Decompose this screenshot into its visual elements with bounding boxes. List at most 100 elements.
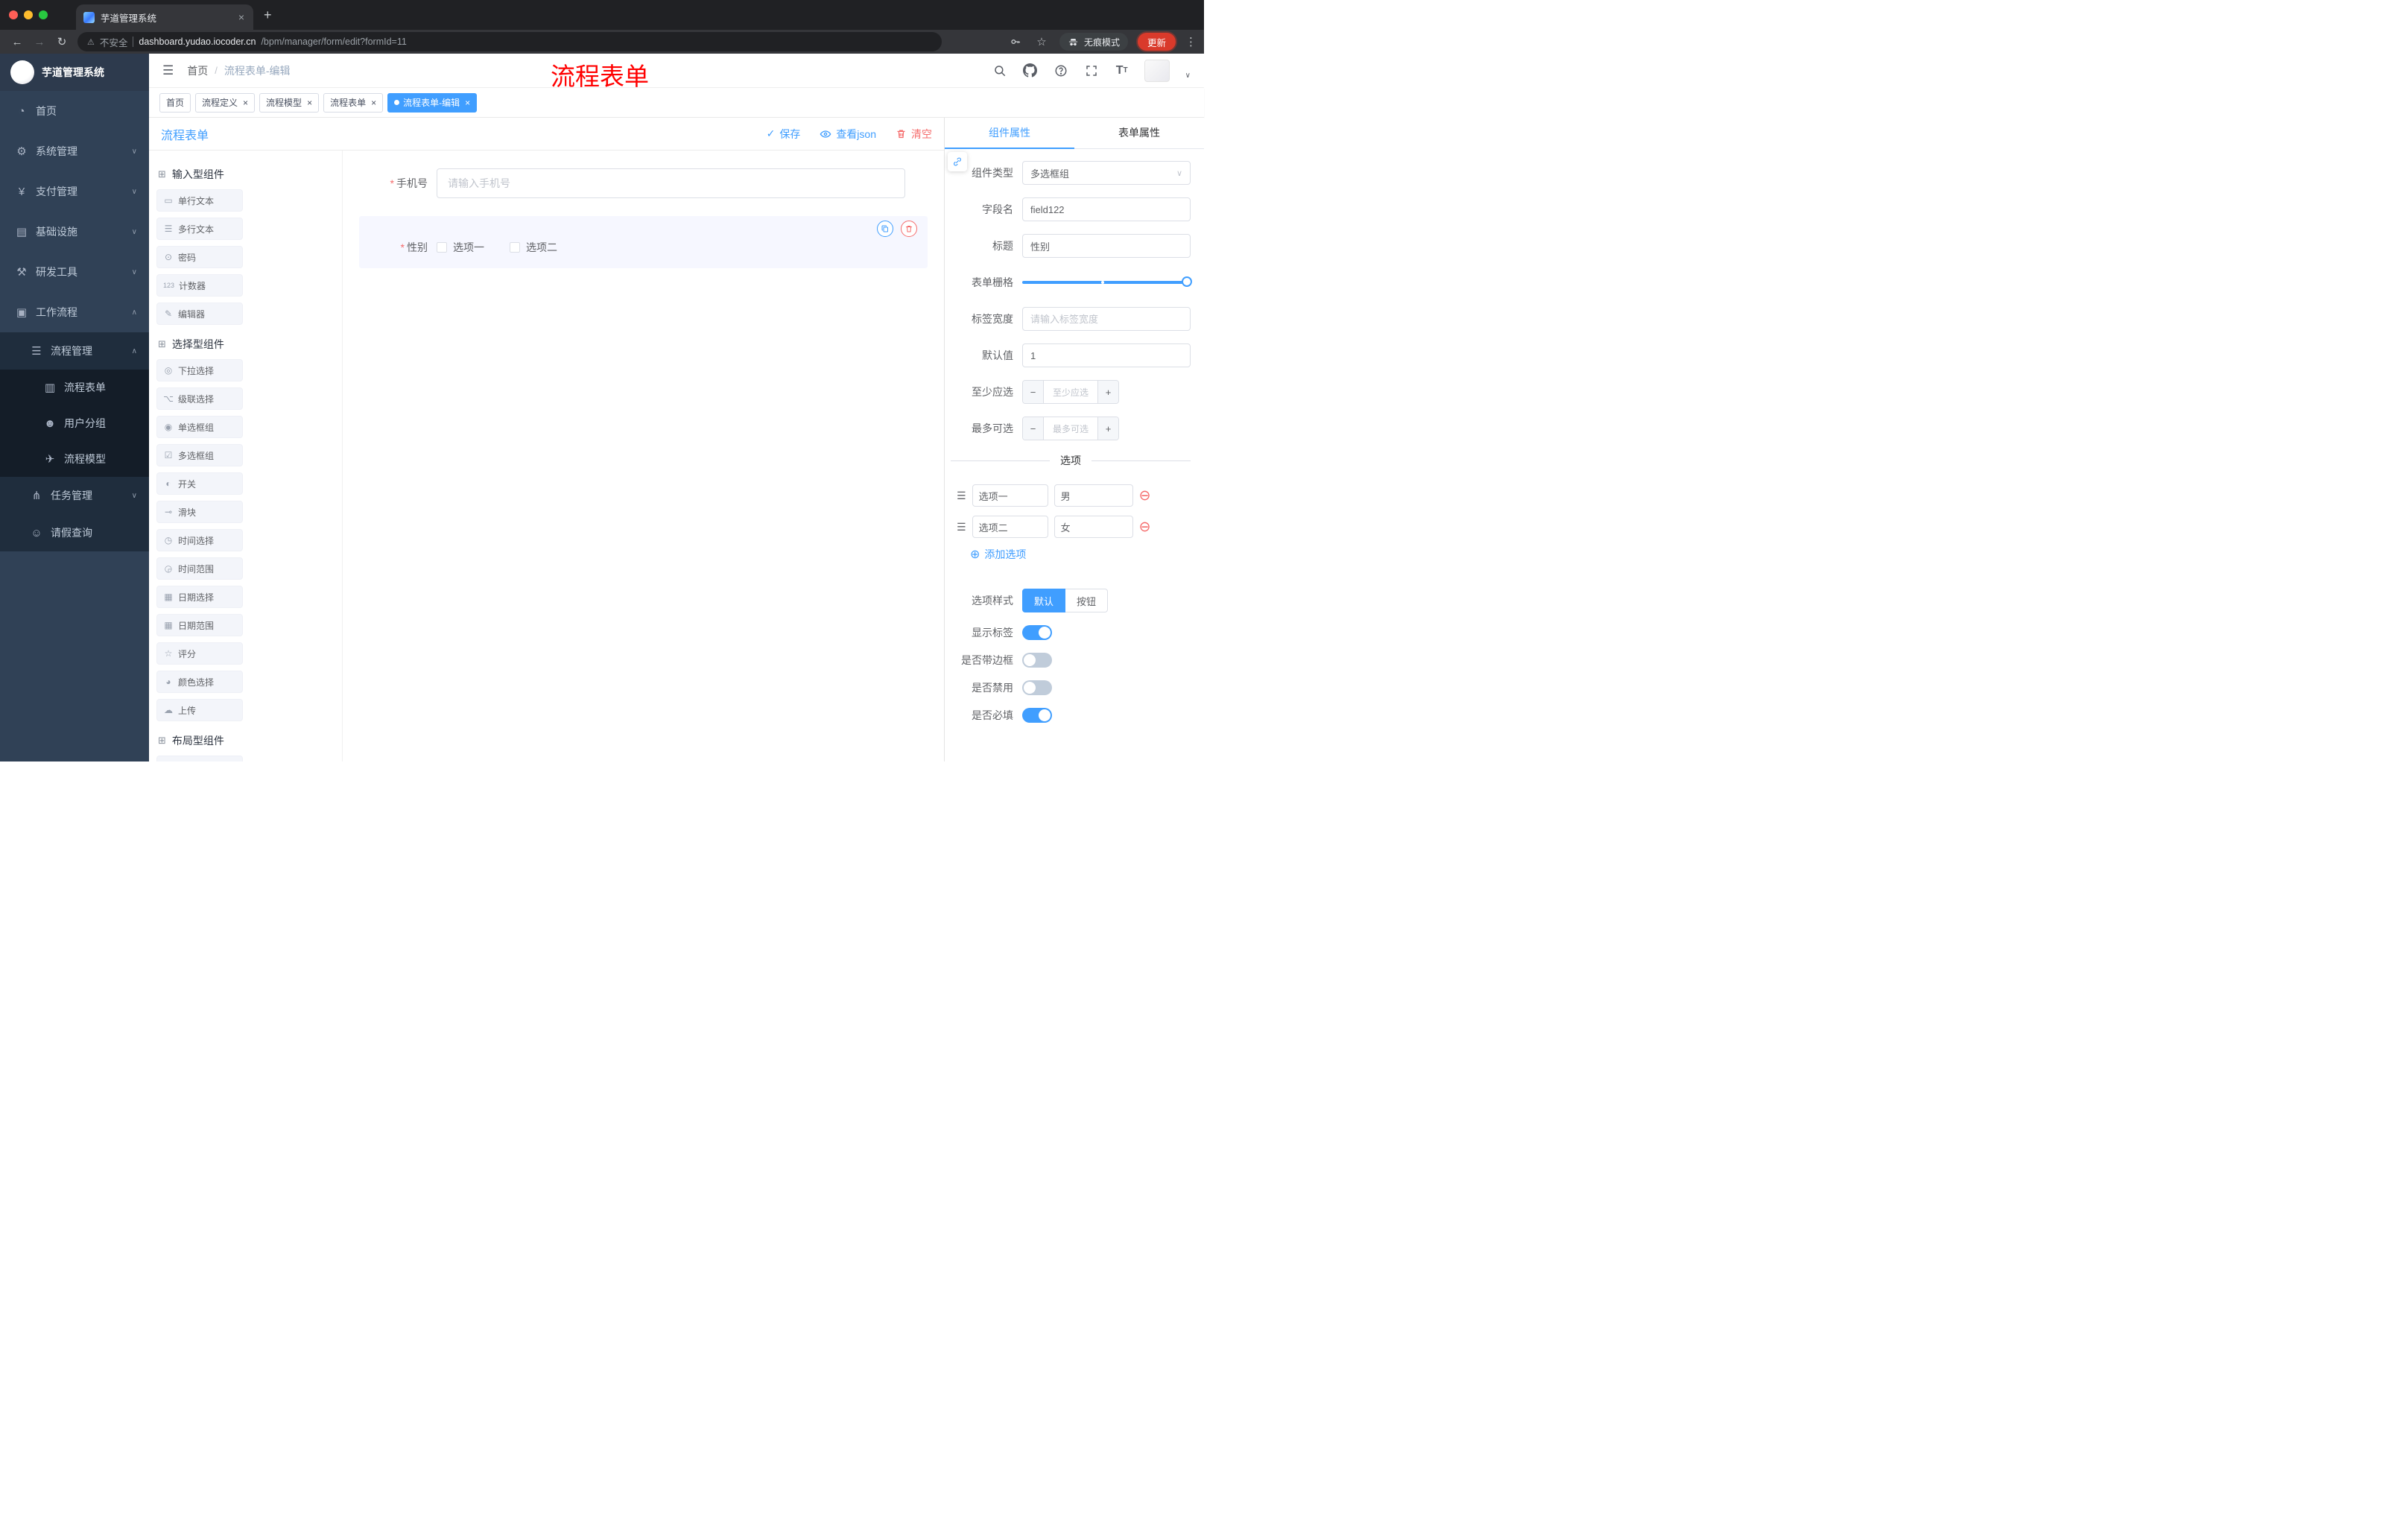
- close-icon[interactable]: ×: [371, 98, 376, 108]
- copy-component-button[interactable]: [877, 221, 893, 237]
- sidebar-item-workflow[interactable]: ▣ 工作流程 ∧: [0, 292, 149, 332]
- palette-chip-upload[interactable]: ☁ 上传: [156, 699, 243, 721]
- border-switch[interactable]: [1022, 653, 1052, 668]
- browser-menu-icon[interactable]: ⋮: [1185, 35, 1197, 48]
- disabled-switch[interactable]: [1022, 680, 1052, 695]
- view-json-button[interactable]: 查看json: [820, 127, 876, 142]
- url-bar[interactable]: ⚠ 不安全 dashboard.yudao.iocoder.cn/bpm/man…: [77, 32, 942, 51]
- sidebar-item-leave-query[interactable]: ☺ 请假查询: [0, 514, 149, 551]
- palette-chip-multi-line-text[interactable]: ☰ 多行文本: [156, 218, 243, 240]
- window-close-button[interactable]: [9, 10, 18, 19]
- close-icon[interactable]: ×: [243, 98, 248, 108]
- palette-chip-color-picker[interactable]: ◕ 颜色选择: [156, 671, 243, 693]
- text-size-icon[interactable]: TT: [1114, 63, 1130, 79]
- tag-process-model[interactable]: 流程模型 ×: [259, 92, 320, 113]
- window-minimize-button[interactable]: [24, 10, 33, 19]
- close-icon[interactable]: ×: [307, 98, 312, 108]
- min-select-stepper[interactable]: − 至少应选 +: [1022, 380, 1119, 404]
- sidebar-item-process-form[interactable]: ▥ 流程表单: [0, 370, 149, 405]
- palette-chip-cascader[interactable]: ⌥ 级联选择: [156, 387, 243, 410]
- link-icon[interactable]: [948, 152, 967, 171]
- breadcrumb-home[interactable]: 首页: [187, 63, 208, 78]
- option-value-input[interactable]: [1054, 484, 1133, 507]
- decrease-icon[interactable]: −: [1023, 381, 1044, 403]
- palette-chip-select[interactable]: ◎ 下拉选择: [156, 359, 243, 381]
- palette-chip-rate[interactable]: ☆ 评分: [156, 642, 243, 665]
- tag-process-definition[interactable]: 流程定义 ×: [195, 92, 256, 113]
- tab-component-props[interactable]: 组件属性: [945, 118, 1074, 149]
- back-icon[interactable]: ←: [7, 32, 27, 51]
- browser-tab[interactable]: 芋道管理系统 ×: [76, 4, 253, 30]
- palette-chip-date-range[interactable]: ▦ 日期范围: [156, 614, 243, 636]
- phone-input[interactable]: [437, 168, 905, 198]
- slider-handle[interactable]: [1182, 276, 1192, 287]
- sidebar-item-devtools[interactable]: ⚒ 研发工具 ∨: [0, 252, 149, 292]
- checkbox-option-1[interactable]: 选项一: [437, 240, 484, 255]
- add-option-button[interactable]: ⊕ 添加选项: [970, 547, 1191, 562]
- form-grid-slider[interactable]: [1022, 270, 1192, 294]
- reload-icon[interactable]: ↻: [52, 32, 72, 51]
- sidebar-item-task-management[interactable]: ⋔ 任务管理 ∨: [0, 477, 149, 514]
- update-button[interactable]: 更新: [1137, 33, 1176, 51]
- github-icon[interactable]: [1022, 63, 1039, 79]
- tag-process-form-edit[interactable]: 流程表单-编辑 ×: [387, 92, 478, 113]
- tag-home[interactable]: 首页: [159, 92, 191, 113]
- sidebar-collapse-icon[interactable]: ☰: [162, 63, 174, 78]
- palette-chip-password[interactable]: ⊙ 密码: [156, 246, 243, 268]
- palette-chip-time-picker[interactable]: ◷ 时间选择: [156, 529, 243, 551]
- sidebar-item-user-group[interactable]: ☻ 用户分组: [0, 405, 149, 441]
- palette-chip-checkbox-group[interactable]: ☑ 多选框组: [156, 444, 243, 466]
- default-value-input[interactable]: [1022, 343, 1191, 367]
- palette-chip-row-container[interactable]: ▣行容器: [156, 756, 243, 762]
- style-default-button[interactable]: 默认: [1022, 589, 1066, 612]
- bookmark-star-icon[interactable]: ☆: [1033, 34, 1050, 50]
- palette-chip-time-range[interactable]: ◶ 时间范围: [156, 557, 243, 580]
- sidebar-logo[interactable]: 芋道管理系统: [0, 54, 149, 91]
- palette-chip-single-line-text[interactable]: ▭ 单行文本: [156, 189, 243, 212]
- sidebar-item-system[interactable]: ⚙ 系统管理 ∨: [0, 131, 149, 171]
- tab-form-props[interactable]: 表单属性: [1074, 118, 1204, 148]
- increase-icon[interactable]: +: [1097, 381, 1118, 403]
- remove-option-icon[interactable]: ⊖: [1139, 520, 1151, 534]
- delete-component-button[interactable]: [901, 221, 917, 237]
- selected-component-gender[interactable]: * 性别 选项一 选项二: [359, 216, 928, 268]
- sidebar-item-infrastructure[interactable]: ▤ 基础设施 ∨: [0, 212, 149, 252]
- sidebar-item-process-management[interactable]: ☰ 流程管理 ∧: [0, 332, 149, 370]
- new-tab-button[interactable]: +: [264, 7, 272, 23]
- style-button-button[interactable]: 按钮: [1065, 589, 1109, 612]
- password-key-icon[interactable]: [1007, 34, 1024, 50]
- component-type-select[interactable]: 多选框组 ∨: [1022, 161, 1191, 185]
- help-icon[interactable]: [1053, 63, 1069, 79]
- palette-chip-slider[interactable]: ⊸ 滑块: [156, 501, 243, 523]
- label-width-input[interactable]: [1022, 307, 1191, 331]
- show-label-switch[interactable]: [1022, 625, 1052, 640]
- checkbox-option-2[interactable]: 选项二: [510, 240, 557, 255]
- required-switch[interactable]: [1022, 708, 1052, 723]
- palette-chip-date-picker[interactable]: ▦ 日期选择: [156, 586, 243, 608]
- palette-chip-switch[interactable]: ◐ 开关: [156, 472, 243, 495]
- option-label-input[interactable]: [972, 484, 1048, 507]
- search-icon[interactable]: [992, 63, 1008, 79]
- option-label-input[interactable]: [972, 516, 1048, 538]
- palette-chip-radio-group[interactable]: ◉ 单选框组: [156, 416, 243, 438]
- tab-close-icon[interactable]: ×: [237, 11, 246, 23]
- phone-field[interactable]: * 手机号: [365, 168, 922, 198]
- field-name-input[interactable]: [1022, 197, 1191, 221]
- palette-chip-counter[interactable]: 123 计数器: [156, 274, 243, 297]
- sidebar-item-home[interactable]: ◔ 首页: [0, 91, 149, 131]
- drag-handle-icon[interactable]: ☰: [957, 490, 966, 502]
- save-button[interactable]: ✓ 保存: [767, 127, 801, 142]
- avatar-caret-icon[interactable]: ∨: [1185, 72, 1191, 80]
- fullscreen-icon[interactable]: [1083, 63, 1100, 79]
- window-zoom-button[interactable]: [39, 10, 48, 19]
- close-icon[interactable]: ×: [465, 98, 470, 108]
- remove-option-icon[interactable]: ⊖: [1139, 489, 1151, 503]
- decrease-icon[interactable]: −: [1023, 417, 1044, 440]
- tag-process-form[interactable]: 流程表单 ×: [323, 92, 384, 113]
- max-select-stepper[interactable]: − 最多可选 +: [1022, 417, 1119, 440]
- increase-icon[interactable]: +: [1097, 417, 1118, 440]
- title-input[interactable]: [1022, 234, 1191, 258]
- palette-chip-editor[interactable]: ✎ 编辑器: [156, 303, 243, 325]
- clear-button[interactable]: 清空: [896, 127, 932, 142]
- avatar[interactable]: [1144, 59, 1170, 82]
